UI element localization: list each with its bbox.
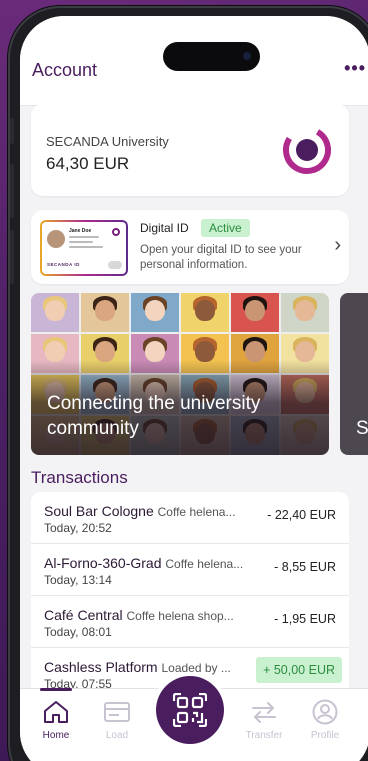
- community-banner[interactable]: Connecting the university community: [31, 293, 329, 455]
- merchant-name: Al-Forno-360-Grad: [44, 555, 162, 571]
- id-card-line: [69, 241, 93, 243]
- tab-load[interactable]: Load: [87, 699, 147, 741]
- transaction-detail: Loaded by ...: [161, 661, 231, 675]
- transactions-title: Transactions: [31, 468, 128, 487]
- tab-label: Transfer: [245, 730, 283, 741]
- banner-text: S f: [356, 418, 368, 439]
- merchant-name: Soul Bar Cologne: [44, 503, 154, 519]
- merchant-name: Café Central: [44, 607, 123, 623]
- app-screen: Account ••• SECANDA University 64,30 EUR…: [20, 16, 368, 761]
- digital-id-label: Digital ID: [140, 221, 189, 235]
- transaction-detail: Coffe helena...: [165, 557, 244, 571]
- portrait-face: [245, 300, 265, 322]
- transaction-detail: Coffe helena shop...: [126, 609, 234, 623]
- id-logo-icon: [112, 228, 120, 236]
- balance-card[interactable]: SECANDA University 64,30 EUR: [31, 104, 349, 196]
- portrait-face: [95, 300, 115, 322]
- transaction-row[interactable]: Soul Bar Cologne Coffe helena... Today, …: [31, 492, 349, 544]
- transactions-list: Soul Bar Cologne Coffe helena... Today, …: [31, 492, 349, 692]
- home-icon: [44, 701, 68, 723]
- dynamic-island: [163, 42, 260, 71]
- avatar: [47, 230, 65, 248]
- tab-profile[interactable]: Profile: [295, 699, 355, 741]
- id-card-line: [69, 236, 99, 238]
- more-options-icon[interactable]: •••: [344, 58, 366, 79]
- chevron-right-icon[interactable]: ›: [334, 234, 341, 257]
- digital-id-card[interactable]: Jane Doe SECANDA ID Digital ID Active Op…: [31, 210, 349, 284]
- id-card-name: Jane Doe: [69, 228, 92, 234]
- portrait-photo: [81, 293, 129, 332]
- transaction-time: Today, 08:01: [44, 625, 112, 639]
- portrait-face: [295, 300, 315, 322]
- portrait-photo: [31, 293, 79, 332]
- digital-id-description: Open your digital ID to see your persona…: [140, 244, 302, 271]
- transaction-amount: - 8,55 EUR: [274, 560, 336, 574]
- qr-code-icon: [173, 693, 207, 727]
- volume-down-button: [10, 230, 14, 284]
- profile-icon: [312, 699, 338, 725]
- id-card-brand: SECANDA ID: [47, 262, 80, 267]
- id-card-line: [69, 246, 103, 248]
- id-card-thumbnail: Jane Doe SECANDA ID: [40, 220, 128, 276]
- transaction-row[interactable]: Café Central Coffe helena shop... Today,…: [31, 596, 349, 648]
- tab-label: Profile: [310, 730, 340, 741]
- portrait-photo: [231, 293, 279, 332]
- mute-switch: [10, 118, 14, 144]
- merchant-name: Cashless Platform: [44, 659, 158, 675]
- transaction-detail: Coffe helena...: [157, 505, 236, 519]
- transfer-icon: [252, 702, 276, 723]
- status-badge: Active: [201, 219, 250, 237]
- organization-name: SECANDA University: [46, 134, 169, 149]
- portrait-face: [45, 300, 65, 322]
- portrait-photo: [181, 293, 229, 332]
- transaction-amount: + 50,00 EUR: [256, 657, 342, 683]
- next-banner[interactable]: S f: [340, 293, 368, 455]
- transaction-time: Today, 13:14: [44, 573, 112, 587]
- transaction-amount: - 22,40 EUR: [267, 508, 336, 522]
- portrait-face: [145, 300, 165, 322]
- transaction-time: Today, 20:52: [44, 521, 112, 535]
- transaction-row[interactable]: Al-Forno-360-Grad Coffe helena... Today,…: [31, 544, 349, 596]
- tab-transfer[interactable]: Transfer: [234, 699, 294, 741]
- page-title: Account: [32, 60, 98, 80]
- balance-amount: 64,30 EUR: [46, 154, 130, 173]
- volume-up-button: [10, 164, 14, 218]
- tab-label: Load: [105, 730, 129, 741]
- nfc-icon: [108, 261, 122, 269]
- university-logo-icon: [283, 126, 331, 174]
- card-icon: [104, 702, 130, 722]
- portrait-photo: [281, 293, 329, 332]
- tab-home[interactable]: Home: [26, 688, 86, 741]
- tab-label: Home: [42, 730, 70, 741]
- banner-text: Connecting the university community: [47, 393, 261, 439]
- transaction-amount: - 1,95 EUR: [274, 612, 336, 626]
- portrait-face: [195, 300, 215, 322]
- portrait-photo: [131, 293, 179, 332]
- qr-scan-button[interactable]: [156, 676, 224, 744]
